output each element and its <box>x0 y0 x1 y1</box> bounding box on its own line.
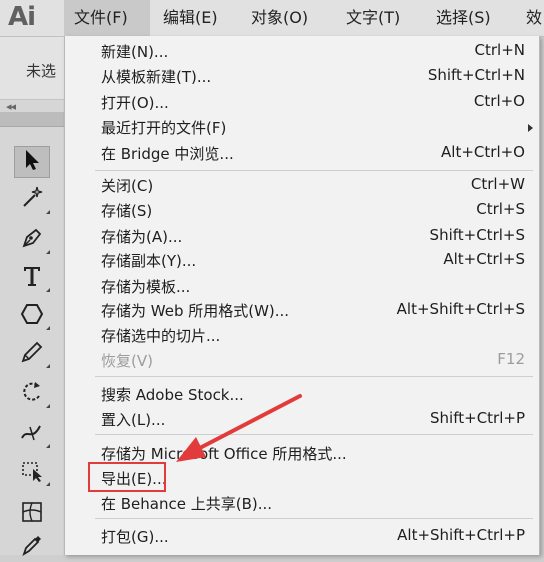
menu-item-label: 存储副本(Y)... <box>101 252 197 270</box>
menu-item-label: 从模板新建(T)... <box>101 68 212 86</box>
menu-file[interactable]: 文件(F) <box>64 0 150 36</box>
menu-item-label: 在 Bridge 中浏览... <box>101 145 234 163</box>
menu-separator <box>95 376 533 377</box>
mesh-tool[interactable] <box>14 498 50 530</box>
eyedropper-tool[interactable] <box>14 530 50 562</box>
menu-item-shortcut: Alt+Shift+Ctrl+P <box>397 526 525 544</box>
width-icon <box>18 418 46 450</box>
rotate-tool[interactable] <box>14 378 50 410</box>
selection-tool[interactable] <box>14 146 50 178</box>
menu-item-open-recent[interactable]: 最近打开的文件(F) <box>65 116 539 140</box>
selection-arrow-icon <box>18 146 46 178</box>
menu-item-shortcut: Shift+Ctrl+N <box>427 66 525 84</box>
menu-item-label: 打包(G)... <box>101 528 169 546</box>
menu-item-save-copy[interactable]: 存储副本(Y)... Alt+Ctrl+S <box>65 249 539 273</box>
menu-item-new-from-template[interactable]: 从模板新建(T)... Shift+Ctrl+N <box>65 65 539 89</box>
pen-icon <box>18 224 46 256</box>
type-icon <box>18 262 46 294</box>
menu-effect[interactable]: 效 <box>526 0 542 36</box>
menu-item-save-for-web[interactable]: 存储为 Web 所用格式(W)... Alt+Shift+Ctrl+S <box>65 299 539 323</box>
menu-item-shortcut: Ctrl+S <box>476 200 525 218</box>
menu-item-browse-in-bridge[interactable]: 在 Bridge 中浏览... Alt+Ctrl+O <box>65 142 539 166</box>
menu-item-label: 存储(S) <box>101 202 153 220</box>
menu-item-label: 置入(L)... <box>101 411 166 429</box>
menu-item-shortcut: Alt+Ctrl+O <box>441 143 525 161</box>
menu-bar: Ai 文件(F) 编辑(E) 对象(O) 文字(T) 选择(S) 效 <box>0 0 544 37</box>
menu-separator <box>95 434 533 435</box>
menu-item-label: 打开(O)... <box>101 94 169 112</box>
menu-item-label: 存储为(A)... <box>101 228 183 246</box>
menu-item-shortcut: Alt+Shift+Ctrl+S <box>396 300 525 318</box>
mesh-icon <box>18 498 46 530</box>
menu-item-label: 存储为模板... <box>101 278 191 296</box>
menu-item-save[interactable]: 存储(S) Ctrl+S <box>65 199 539 223</box>
menu-item-label: 恢复(V) <box>101 352 153 370</box>
width-tool[interactable] <box>14 418 50 450</box>
menu-item-shortcut: Ctrl+O <box>473 92 525 110</box>
menu-item-save-selected-slices[interactable]: 存储选中的切片... <box>65 324 539 348</box>
menu-item-label: 存储选中的切片... <box>101 327 221 345</box>
menu-item-label: 最近打开的文件(F) <box>101 119 227 137</box>
menu-item-shortcut: Shift+Ctrl+P <box>430 409 525 427</box>
menu-select[interactable]: 选择(S) <box>436 0 491 36</box>
menu-item-shortcut: Shift+Ctrl+S <box>429 226 525 244</box>
eyedropper-icon <box>18 530 46 562</box>
magic-wand-tool[interactable] <box>14 184 50 216</box>
magic-wand-icon <box>18 184 46 216</box>
menu-separator <box>95 170 533 171</box>
menu-item-label: 在 Behance 上共享(B)... <box>101 495 273 513</box>
menu-item-share-on-behance[interactable]: 在 Behance 上共享(B)... <box>65 492 539 516</box>
menu-item-label: 存储为 Microsoft Office 所用格式... <box>101 445 347 463</box>
menu-type[interactable]: 文字(T) <box>346 0 400 36</box>
menu-item-shortcut: Ctrl+N <box>474 41 525 59</box>
selection-status-label: 未选 <box>26 62 57 80</box>
toolbar-header[interactable] <box>0 112 64 127</box>
pencil-tool[interactable] <box>14 338 50 370</box>
menu-item-package[interactable]: 打包(G)... Alt+Shift+Ctrl+P <box>65 525 539 549</box>
export-highlight-box <box>88 462 166 492</box>
menu-item-new[interactable]: 新建(N)... Ctrl+N <box>65 40 539 64</box>
submenu-arrow-icon <box>528 124 533 132</box>
rotate-icon <box>18 378 46 410</box>
menu-item-label: 存储为 Web 所用格式(W)... <box>101 302 290 320</box>
menu-item-shortcut: F12 <box>497 350 525 368</box>
menu-item-shortcut: Ctrl+W <box>470 175 525 193</box>
app-logo: Ai <box>8 2 36 32</box>
menu-item-close[interactable]: 关闭(C) Ctrl+W <box>65 174 539 198</box>
menu-item-search-adobe-stock[interactable]: 搜索 Adobe Stock... <box>65 383 539 407</box>
type-tool[interactable] <box>14 262 50 294</box>
menu-edit[interactable]: 编辑(E) <box>163 0 218 36</box>
free-transform-tool[interactable] <box>14 456 50 488</box>
menu-item-label: 搜索 Adobe Stock... <box>101 386 244 404</box>
shape-tool[interactable] <box>14 300 50 332</box>
menu-separator <box>95 518 533 519</box>
menu-item-shortcut: Alt+Ctrl+S <box>443 250 525 268</box>
shape-icon <box>18 300 46 332</box>
menu-item-save-as[interactable]: 存储为(A)... Shift+Ctrl+S <box>65 225 539 249</box>
menu-item-label: 关闭(C) <box>101 177 154 195</box>
menu-item-save-as-template[interactable]: 存储为模板... <box>65 275 539 299</box>
menu-item-revert: 恢复(V) F12 <box>65 349 539 373</box>
menu-item-label: 新建(N)... <box>101 43 169 61</box>
menu-object[interactable]: 对象(O) <box>251 0 308 36</box>
pencil-icon <box>18 338 46 370</box>
pen-tool[interactable] <box>14 224 50 256</box>
menu-item-open[interactable]: 打开(O)... Ctrl+O <box>65 91 539 115</box>
free-transform-icon <box>18 456 46 488</box>
menu-item-place[interactable]: 置入(L)... Shift+Ctrl+P <box>65 408 539 432</box>
